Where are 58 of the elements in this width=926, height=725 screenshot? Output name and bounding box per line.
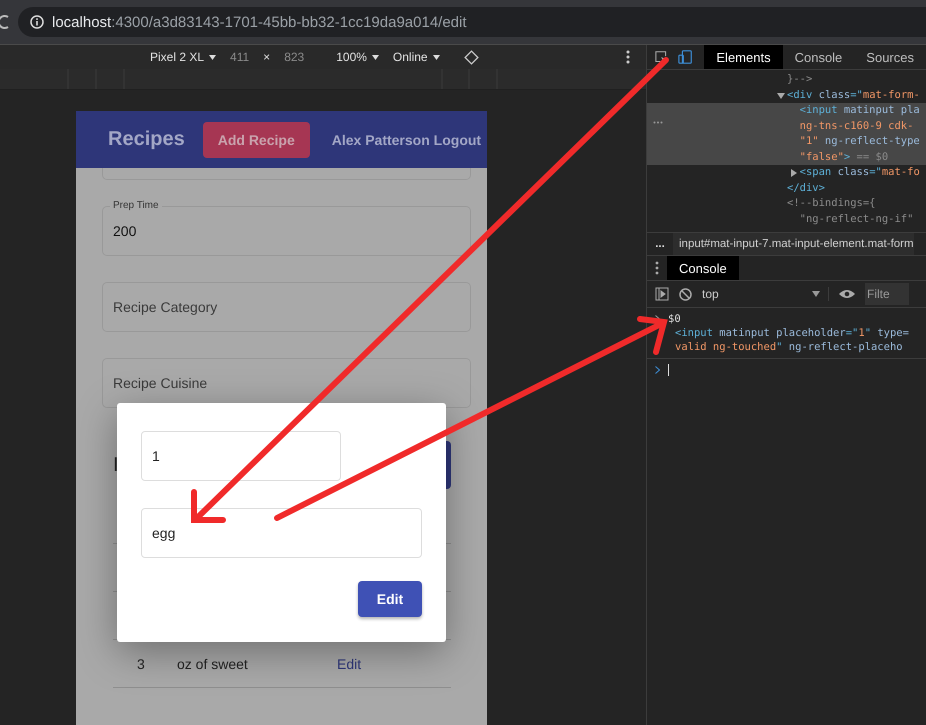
input-field[interactable]: egg: [141, 508, 422, 558]
input-field[interactable]: Recipe Category: [102, 282, 471, 332]
caret-icon: [432, 54, 440, 60]
text-cursor-icon: [668, 364, 669, 376]
context-select[interactable]: top: [702, 287, 829, 301]
user-logout-link[interactable]: Alex Patterson Logout: [332, 132, 482, 148]
quantity-text: 3: [136, 656, 146, 672]
more-button[interactable]: ...: [647, 238, 673, 250]
triangle-right-icon[interactable]: [790, 169, 798, 177]
code-line[interactable]: "ng-reflect-ng-if": [647, 212, 926, 227]
section-heading: I: [113, 454, 119, 476]
devtools-tab[interactable]: Console: [782, 45, 854, 69]
zoom-select[interactable]: 100%: [336, 50, 367, 64]
code-line[interactable]: }-->: [647, 72, 926, 88]
console-line: valid ng-touched" ng-reflect-placeho: [674, 340, 904, 354]
more-icon[interactable]: [626, 50, 630, 64]
code-line[interactable]: <span class="mat-fo: [647, 165, 926, 180]
breadcrumb[interactable]: input#mat-input-7.mat-input-element.mat-form: [673, 233, 914, 255]
console-line: <input matinput placeholder="1" type=: [674, 326, 910, 340]
drawer-tab[interactable]: Console: [667, 256, 739, 280]
triangle-down-icon[interactable]: [777, 92, 785, 100]
sidebar-icon[interactable]: [655, 287, 669, 301]
width-value[interactable]: 411: [230, 50, 250, 64]
ingredient-text: oz of sweet: [177, 656, 249, 672]
devtools-tab[interactable]: Elements: [704, 45, 783, 69]
field-label: Prep Time: [110, 199, 162, 212]
more-icon[interactable]: [655, 261, 659, 275]
caret-icon: [372, 54, 379, 60]
url-text: localhost:4300/a3d83143-1701-45bb-bb32-1cc19da9a014/edit: [52, 14, 467, 30]
edit-button[interactable]: Edit: [358, 581, 422, 617]
caret-icon: [209, 54, 216, 60]
console-line: $0: [647, 312, 926, 326]
filter-field[interactable]: Filte: [865, 283, 909, 305]
input-field[interactable]: 1: [141, 431, 341, 481]
code-line[interactable]: <div class="mat-form-: [647, 88, 926, 103]
reload-icon[interactable]: [0, 14, 10, 30]
app-title: Recipes: [108, 128, 185, 151]
devtools-tab[interactable]: Sources: [854, 45, 926, 69]
height-value[interactable]: 823: [284, 50, 304, 64]
address-bar[interactable]: localhost:4300/a3d83143-1701-45bb-bb32-1cc19da9a014/edit: [18, 7, 926, 37]
network-select[interactable]: Online: [392, 50, 428, 64]
times-sign: ×: [263, 50, 270, 64]
caret-icon: [812, 291, 820, 297]
device-icon[interactable]: [678, 49, 692, 65]
rotate-icon[interactable]: [464, 50, 479, 64]
code-line[interactable]: </div>: [647, 180, 926, 196]
info-icon[interactable]: [30, 15, 44, 29]
media-query-bar[interactable]: [498, 69, 646, 89]
eye-icon[interactable]: [839, 289, 855, 299]
ellipsis-icon[interactable]: [653, 121, 663, 124]
input-field[interactable]: Recipe Cuisine: [102, 358, 471, 408]
input-field[interactable]: [102, 168, 471, 180]
inspect-icon[interactable]: [655, 50, 668, 64]
code-line[interactable]: <!--bindings={: [647, 196, 926, 212]
chevron-icon: [655, 366, 660, 374]
edit-link[interactable]: Edit: [337, 656, 362, 672]
clear-icon[interactable]: [679, 288, 692, 300]
device-select[interactable]: Pixel 2 XL: [150, 50, 204, 64]
